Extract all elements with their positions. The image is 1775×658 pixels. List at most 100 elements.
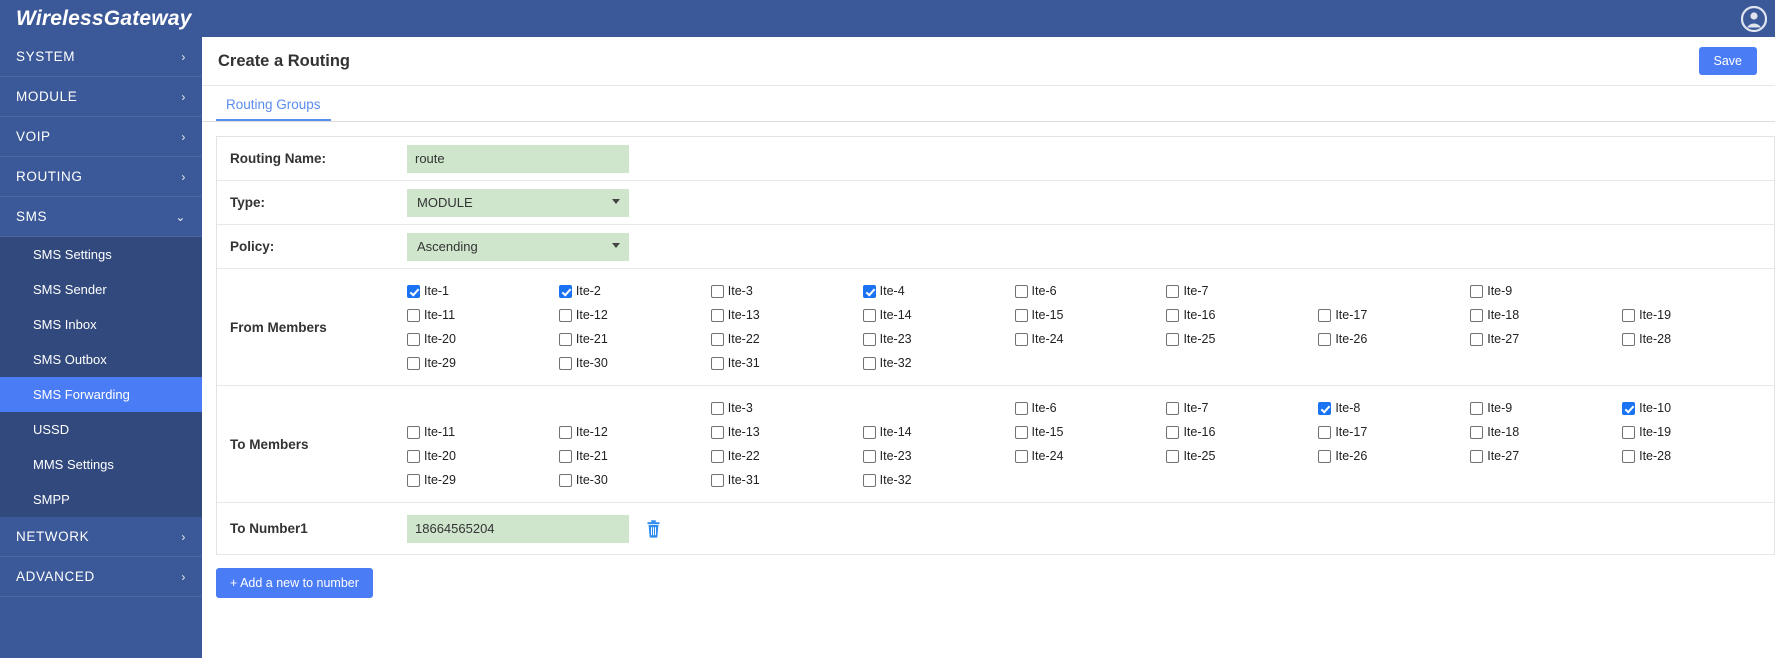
checkbox-item[interactable]: Ite-13 [710, 422, 863, 442]
checkbox-item[interactable]: Ite-3 [710, 281, 863, 301]
checkbox-icon[interactable] [710, 356, 724, 370]
checkbox-icon[interactable] [710, 449, 724, 463]
checkbox-icon[interactable] [1470, 449, 1484, 463]
checkbox-icon[interactable] [1622, 449, 1636, 463]
checkbox-icon[interactable] [710, 308, 724, 322]
checkbox-icon[interactable] [407, 308, 420, 322]
avatar[interactable] [1741, 5, 1775, 32]
checkbox-icon[interactable] [407, 425, 420, 439]
checkbox-icon[interactable] [1014, 425, 1028, 439]
checkbox-icon[interactable] [1166, 332, 1180, 346]
checkbox-icon[interactable] [1622, 425, 1636, 439]
sidebar-item-network[interactable]: NETWORK › [0, 517, 202, 557]
sidebar-item-sms-forwarding[interactable]: SMS Forwarding [0, 377, 202, 412]
checkbox-icon[interactable] [1166, 449, 1180, 463]
checkbox-checked-icon[interactable] [558, 284, 572, 298]
checkbox-item[interactable]: Ite-28 [1622, 329, 1774, 349]
to-number1-input[interactable] [407, 514, 629, 543]
checkbox-icon[interactable] [1318, 332, 1332, 346]
checkbox-item[interactable]: Ite-9 [1470, 281, 1622, 301]
checkbox-item[interactable]: Ite-9 [1470, 398, 1622, 418]
checkbox-icon[interactable] [1470, 284, 1484, 298]
tab-routing-groups[interactable]: Routing Groups [216, 97, 331, 121]
checkbox-item[interactable]: Ite-12 [558, 422, 711, 442]
sidebar-item-voip[interactable]: VOIP › [0, 117, 202, 157]
checkbox-item[interactable]: Ite-6 [1014, 398, 1167, 418]
delete-to-number1-button[interactable] [646, 519, 661, 538]
sidebar-item-routing[interactable]: ROUTING › [0, 157, 202, 197]
checkbox-icon[interactable] [407, 356, 420, 370]
checkbox-icon[interactable] [1470, 401, 1484, 415]
checkbox-item[interactable]: Ite-31 [710, 470, 863, 490]
checkbox-item[interactable]: Ite-23 [862, 329, 1015, 349]
checkbox-item[interactable]: Ite-15 [1014, 305, 1167, 325]
checkbox-item[interactable]: Ite-27 [1470, 329, 1622, 349]
checkbox-item[interactable]: Ite-16 [1166, 422, 1318, 442]
checkbox-icon[interactable] [558, 473, 572, 487]
checkbox-icon[interactable] [862, 356, 876, 370]
sidebar-item-sms-settings[interactable]: SMS Settings [0, 237, 202, 272]
checkbox-icon[interactable] [862, 473, 876, 487]
sidebar-item-sms-outbox[interactable]: SMS Outbox [0, 342, 202, 377]
checkbox-icon[interactable] [558, 425, 572, 439]
checkbox-item[interactable]: Ite-25 [1166, 329, 1318, 349]
checkbox-icon[interactable] [1622, 332, 1636, 346]
checkbox-item[interactable]: Ite-21 [558, 446, 711, 466]
checkbox-item[interactable]: Ite-15 [1014, 422, 1167, 442]
checkbox-item[interactable]: Ite-6 [1014, 281, 1167, 301]
checkbox-icon[interactable] [1318, 308, 1332, 322]
checkbox-item[interactable]: Ite-3 [710, 398, 863, 418]
checkbox-icon[interactable] [1014, 401, 1028, 415]
checkbox-item[interactable]: Ite-22 [710, 446, 863, 466]
checkbox-icon[interactable] [862, 332, 876, 346]
add-new-to-number-button[interactable]: + Add a new to number [216, 568, 373, 598]
checkbox-item[interactable]: Ite-29 [407, 470, 559, 490]
checkbox-item[interactable]: Ite-17 [1318, 305, 1470, 325]
checkbox-item[interactable]: Ite-24 [1014, 329, 1167, 349]
checkbox-item[interactable]: Ite-4 [862, 281, 1015, 301]
checkbox-item[interactable]: Ite-27 [1470, 446, 1622, 466]
checkbox-item[interactable]: Ite-29 [407, 353, 559, 373]
checkbox-item[interactable]: Ite-20 [407, 329, 559, 349]
checkbox-icon[interactable] [710, 284, 724, 298]
checkbox-item[interactable]: Ite-16 [1166, 305, 1318, 325]
sidebar-item-smpp[interactable]: SMPP [0, 482, 202, 517]
checkbox-item[interactable]: Ite-7 [1166, 281, 1318, 301]
checkbox-checked-icon[interactable] [1622, 401, 1636, 415]
checkbox-icon[interactable] [1014, 332, 1028, 346]
checkbox-item[interactable]: Ite-7 [1166, 398, 1318, 418]
checkbox-checked-icon[interactable] [862, 284, 876, 298]
checkbox-icon[interactable] [1470, 308, 1484, 322]
checkbox-icon[interactable] [862, 425, 876, 439]
sidebar-item-mms-settings[interactable]: MMS Settings [0, 447, 202, 482]
checkbox-icon[interactable] [1622, 308, 1636, 322]
checkbox-item[interactable]: Ite-21 [558, 329, 711, 349]
checkbox-icon[interactable] [558, 332, 572, 346]
checkbox-item[interactable]: Ite-19 [1622, 422, 1774, 442]
sidebar-item-sms-inbox[interactable]: SMS Inbox [0, 307, 202, 342]
checkbox-icon[interactable] [1014, 449, 1028, 463]
checkbox-icon[interactable] [407, 473, 420, 487]
sidebar-item-sms-sender[interactable]: SMS Sender [0, 272, 202, 307]
sidebar-item-sms[interactable]: SMS ⌄ [0, 197, 202, 237]
sidebar-item-advanced[interactable]: ADVANCED › [0, 557, 202, 597]
save-button[interactable]: Save [1698, 47, 1757, 75]
checkbox-icon[interactable] [1318, 449, 1332, 463]
checkbox-icon[interactable] [558, 356, 572, 370]
checkbox-item[interactable]: Ite-2 [558, 281, 711, 301]
checkbox-item[interactable]: Ite-22 [710, 329, 863, 349]
checkbox-icon[interactable] [407, 449, 420, 463]
checkbox-icon[interactable] [1166, 284, 1180, 298]
checkbox-icon[interactable] [862, 308, 876, 322]
checkbox-item[interactable]: Ite-32 [862, 353, 1015, 373]
checkbox-icon[interactable] [1166, 425, 1180, 439]
sidebar-item-module[interactable]: MODULE › [0, 77, 202, 117]
type-select[interactable] [407, 188, 629, 217]
checkbox-item[interactable]: Ite-24 [1014, 446, 1167, 466]
checkbox-item[interactable]: Ite-8 [1318, 398, 1470, 418]
checkbox-icon[interactable] [710, 332, 724, 346]
checkbox-item[interactable]: Ite-14 [862, 305, 1015, 325]
checkbox-item[interactable]: Ite-30 [558, 353, 711, 373]
checkbox-icon[interactable] [710, 425, 724, 439]
checkbox-item[interactable]: Ite-10 [1622, 398, 1774, 418]
